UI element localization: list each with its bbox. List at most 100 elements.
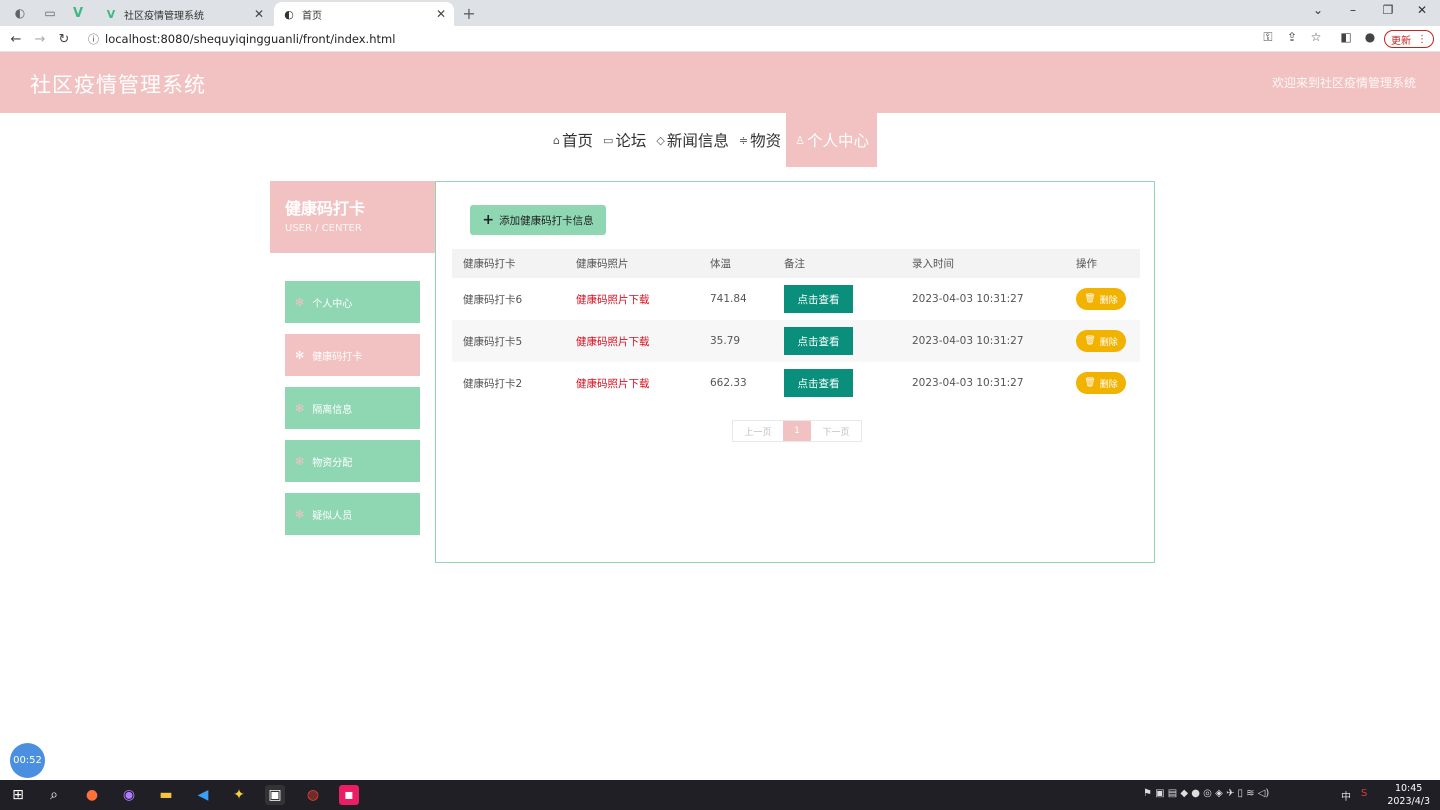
globe-icon: ◐ — [284, 7, 294, 21]
nav-supplies[interactable]: ≑ 物资 — [734, 113, 786, 167]
table-row: 健康码打卡6 健康码照片下载 741.84 点击查看 2023-04-03 10… — [452, 278, 1140, 320]
clock-date: 2023/4/3 — [1387, 796, 1430, 807]
browser-tab-home[interactable]: ◐ 首页 ✕ — [274, 2, 454, 26]
clock[interactable]: 10:45 2023/4/3 — [1387, 782, 1430, 808]
close-icon[interactable]: ✕ — [436, 7, 446, 21]
forward-icon[interactable]: → — [31, 30, 49, 48]
app-icon[interactable]: ✦ — [229, 785, 249, 805]
tab-title: 社区疫情管理系统 — [124, 10, 204, 22]
sidebar-subtitle: USER / CENTER — [285, 223, 362, 234]
column-header: 体温 — [710, 258, 731, 270]
column-header: 健康码打卡 — [463, 258, 516, 270]
browser-tab-bar: ◐ ▭ V V 社区疫情管理系统 ✕ ◐ 首页 ✕ + ⌄ – ❐ ✕ — [0, 0, 1440, 26]
entry-time: 2023-04-03 10:31:27 — [912, 293, 1024, 305]
current-page[interactable]: 1 — [783, 421, 811, 441]
snowflake-icon: ✻ — [295, 454, 305, 468]
delete-button[interactable]: 🗑 删除 — [1076, 288, 1126, 310]
close-window-icon[interactable]: ✕ — [1412, 3, 1432, 17]
sidepanel-icon[interactable]: ◧ — [1337, 30, 1355, 44]
key-icon[interactable]: ⚿ — [1259, 30, 1277, 45]
address-bar: ← → ↻ ⓘ localhost:8080/shequyiqingguanli… — [0, 26, 1440, 52]
reload-icon[interactable]: ↻ — [55, 30, 73, 48]
folder-icon[interactable]: ▬ — [156, 785, 176, 805]
home-icon: ⌂ — [553, 133, 560, 147]
app-tray-icon[interactable]: S — [1361, 788, 1367, 799]
windows-start-icon[interactable]: ⊞ — [8, 785, 28, 805]
snowflake-icon: ✻ — [295, 507, 305, 521]
table-row: 健康码打卡5 健康码照片下载 35.79 点击查看 2023-04-03 10:… — [452, 320, 1140, 362]
temperature: 741.84 — [710, 293, 747, 305]
app-icon[interactable]: ◉ — [119, 785, 139, 805]
globe-icon[interactable]: ◐ — [12, 5, 28, 21]
nav-label: 论坛 — [615, 132, 647, 150]
nav-forum[interactable]: ▭ 论坛 — [598, 113, 651, 167]
book-icon: ▭ — [603, 133, 614, 147]
plus-icon: + — [482, 212, 495, 228]
close-icon[interactable]: ✕ — [254, 7, 264, 21]
nav-label: 首页 — [561, 132, 593, 150]
url-field[interactable]: ⓘ localhost:8080/shequyiqingguanli/front… — [88, 30, 1238, 48]
column-header: 备注 — [784, 258, 805, 270]
sidebar-item-label: 个人中心 — [312, 298, 353, 310]
share-icon[interactable]: ⇪ — [1283, 30, 1301, 44]
site-title: 社区疫情管理系统 — [30, 73, 206, 97]
taskbar: ⊞ ⌕ ● ◉ ▬ ◀ ✦ ▣ ◍ ▪ ⚑ ▣ ▤ ◆ ● ◎ ◈ ✈ ▯ ≋ … — [0, 780, 1440, 810]
delete-button[interactable]: 🗑 删除 — [1076, 330, 1126, 352]
view-note-button[interactable]: 点击查看 — [784, 369, 853, 397]
nav-user-center[interactable]: ♙ 个人中心 — [786, 113, 878, 167]
info-icon[interactable]: ⓘ — [88, 31, 99, 47]
restore-icon[interactable]: ❐ — [1378, 3, 1398, 17]
star-icon[interactable]: ☆ — [1307, 30, 1325, 44]
temperature: 35.79 — [710, 335, 741, 347]
terminal-icon[interactable]: ▣ — [265, 785, 285, 805]
vue-icon[interactable]: V — [70, 5, 86, 21]
browser-tab-system[interactable]: V 社区疫情管理系统 ✕ — [96, 2, 272, 26]
firefox-icon[interactable]: ● — [82, 785, 102, 805]
intellij-icon[interactable]: ▪ — [339, 785, 359, 805]
ime-indicator[interactable]: 中 — [1341, 788, 1351, 803]
photo-download-link[interactable]: 健康码照片下载 — [576, 278, 650, 320]
vscode-icon[interactable]: ◀ — [193, 785, 213, 805]
snowflake-icon: ✻ — [295, 295, 305, 309]
tab-title: 首页 — [302, 10, 322, 22]
sidebar-item-health-checkin[interactable]: ✻ 健康码打卡 — [285, 334, 420, 376]
sidebar-item-label: 物资分配 — [312, 457, 353, 469]
trash-icon: 🗑 — [1084, 336, 1096, 346]
update-button[interactable]: 更新 ⋮ — [1384, 30, 1434, 48]
trash-icon: 🗑 — [1084, 378, 1096, 388]
table-header: 健康码打卡 健康码照片 体温 备注 录入时间 操作 — [452, 249, 1140, 278]
photo-download-link[interactable]: 健康码照片下载 — [576, 362, 650, 404]
view-note-button[interactable]: 点击查看 — [784, 285, 853, 313]
nav-label: 个人中心 — [807, 132, 870, 150]
blank-tab-icon[interactable]: ▭ — [42, 5, 58, 21]
add-checkin-button[interactable]: + 添加健康码打卡信息 — [470, 205, 606, 235]
delete-label: 删除 — [1099, 295, 1118, 306]
sidebar-item-profile[interactable]: ✻ 个人中心 — [285, 281, 420, 323]
main-nav: ⌂ 首页 ▭ 论坛 ◇ 新闻信息 ≑ 物资 ♙ 个人中心 — [548, 113, 878, 167]
profile-icon[interactable]: ● — [1361, 30, 1379, 44]
recording-timer[interactable]: 00:52 — [10, 743, 45, 778]
delete-label: 删除 — [1099, 337, 1118, 348]
minimize-icon[interactable]: – — [1343, 3, 1363, 17]
next-page-button[interactable]: 下一页 — [811, 421, 861, 441]
delete-button[interactable]: 🗑 删除 — [1076, 372, 1126, 394]
checkin-name: 健康码打卡6 — [463, 293, 523, 306]
sidebar-item-suspected[interactable]: ✻ 疑似人员 — [285, 493, 420, 535]
search-icon[interactable]: ⌕ — [44, 785, 64, 805]
photo-download-link[interactable]: 健康码照片下载 — [576, 320, 650, 362]
nav-label: 物资 — [750, 132, 782, 150]
nav-news[interactable]: ◇ 新闻信息 — [651, 113, 733, 167]
view-note-button[interactable]: 点击查看 — [784, 327, 853, 355]
pagination: 上一页 1 下一页 — [732, 420, 862, 442]
sidebar-item-label: 健康码打卡 — [312, 351, 363, 363]
back-icon[interactable]: ← — [7, 30, 25, 48]
tray-icons[interactable]: ⚑ ▣ ▤ ◆ ● ◎ ◈ ✈ ▯ ≋ ◁) — [1143, 788, 1269, 799]
new-tab-icon[interactable]: + — [461, 4, 477, 23]
chrome-icon[interactable]: ◍ — [303, 785, 323, 805]
sidebar-item-supply-allocation[interactable]: ✻ 物资分配 — [285, 440, 420, 482]
chevron-down-icon[interactable]: ⌄ — [1308, 3, 1328, 17]
prev-page-button[interactable]: 上一页 — [733, 421, 783, 441]
nav-home[interactable]: ⌂ 首页 — [548, 113, 598, 167]
url-text: localhost:8080/shequyiqingguanli/front/i… — [105, 32, 396, 46]
sidebar-item-isolation[interactable]: ✻ 隔离信息 — [285, 387, 420, 429]
